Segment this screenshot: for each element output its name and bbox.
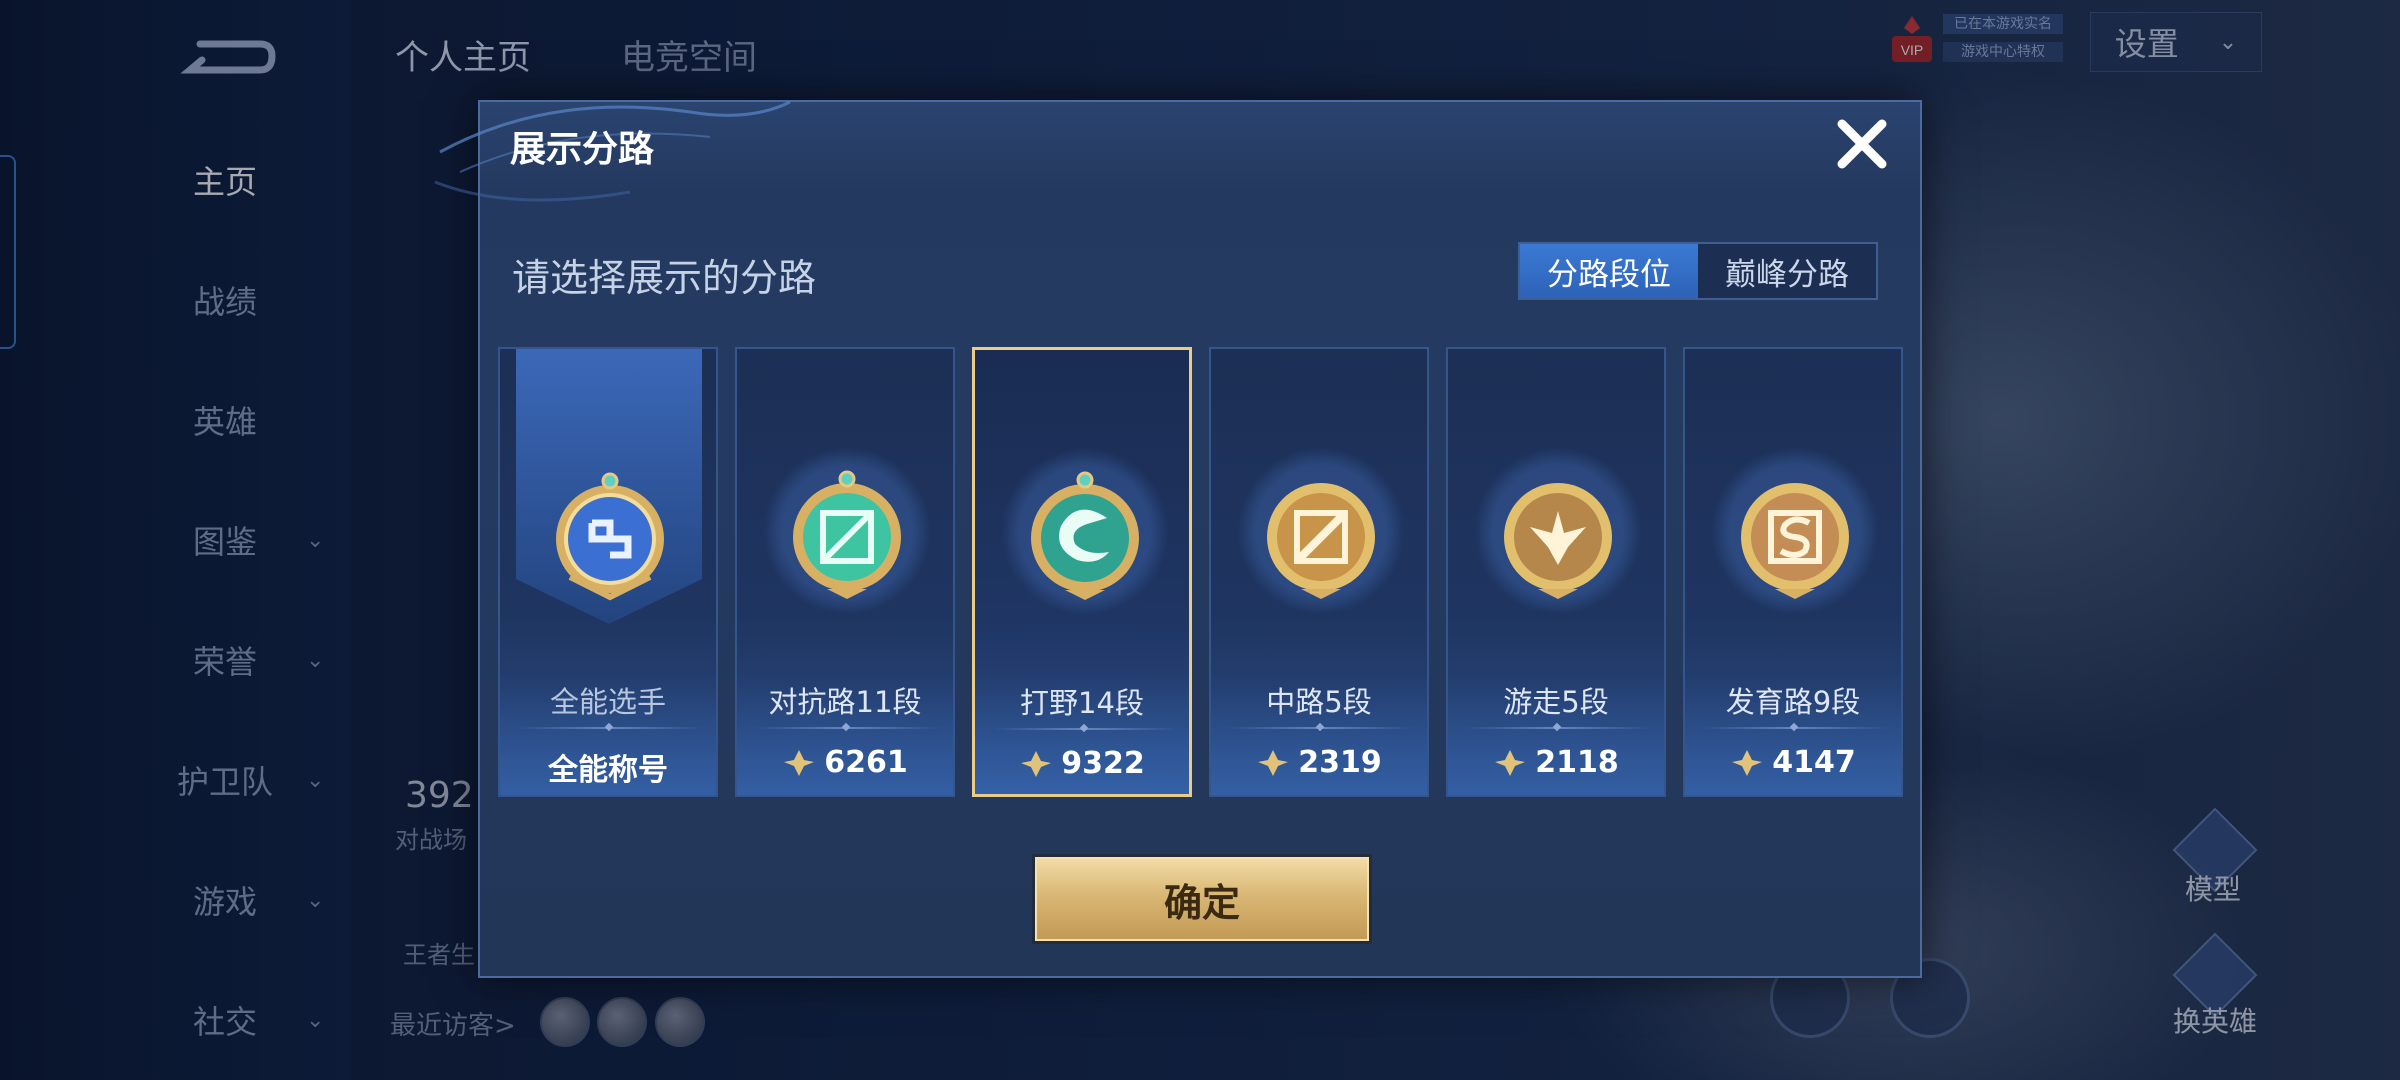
dialog-subtitle: 请选择展示的分路 xyxy=(512,256,817,300)
lane-score: 9322 xyxy=(975,746,1189,781)
lane-card-roam[interactable]: 游走5段 2118 xyxy=(1446,347,1666,797)
jungle-dragon-medal-icon xyxy=(1031,471,1139,600)
score-value: 6261 xyxy=(824,745,908,780)
lane-score: 2118 xyxy=(1448,745,1664,780)
lane-name: 对抗路11段 xyxy=(768,685,922,719)
card-divider xyxy=(1703,727,1887,729)
lane-card-farm[interactable]: 发育路9段 4147 xyxy=(1683,347,1903,797)
dialog-title: 展示分路 xyxy=(510,129,655,170)
close-icon xyxy=(1837,119,1887,169)
title-label: 全能称号 xyxy=(548,753,668,788)
close-button[interactable] xyxy=(1830,112,1894,176)
lane-mode-toggle: 分路段位 巅峰分路 xyxy=(1518,242,1878,300)
all-round-medal-icon xyxy=(556,472,664,601)
lane-name: 发育路9段 xyxy=(1725,685,1861,719)
score-value: 2319 xyxy=(1298,745,1382,780)
lane-name: 全能选手 xyxy=(549,685,666,719)
lane-card-clash[interactable]: 对抗路11段 6261 xyxy=(735,347,955,797)
card-divider xyxy=(1466,727,1650,729)
farm-lane-medal-icon xyxy=(1741,483,1849,599)
lane-score: 6261 xyxy=(737,745,953,780)
roam-medal-icon xyxy=(1504,483,1612,599)
lane-card-mid[interactable]: 中路5段 2319 xyxy=(1209,347,1429,797)
score-emblem-icon xyxy=(784,749,815,776)
score-emblem-icon xyxy=(1495,749,1526,776)
show-lane-dialog: 展示分路 请选择展示的分路 分路段位 巅峰分路 全能选手 全能称号 对抗路11段… xyxy=(434,100,1922,978)
card-divider xyxy=(518,727,702,729)
card-divider xyxy=(993,728,1177,730)
lane-name: 游走5段 xyxy=(1503,685,1609,719)
lane-name: 打野14段 xyxy=(1020,686,1144,720)
score-emblem-icon xyxy=(1258,749,1289,776)
lane-card-all-round[interactable]: 全能选手 全能称号 xyxy=(498,347,718,797)
score-value: 4147 xyxy=(1772,745,1856,780)
card-divider xyxy=(755,727,939,729)
card-divider xyxy=(1229,727,1413,729)
confirm-button[interactable]: 确定 xyxy=(1035,857,1369,941)
score-value: 9322 xyxy=(1061,746,1145,781)
card-bottom-label: 全能称号 xyxy=(500,745,716,789)
score-value: 2118 xyxy=(1535,745,1619,780)
lane-name: 中路5段 xyxy=(1266,685,1372,719)
clash-lane-medal-icon xyxy=(793,470,901,599)
toggle-lane-rank[interactable]: 分路段位 xyxy=(1520,244,1698,298)
score-emblem-icon xyxy=(1021,750,1052,777)
mid-lane-medal-icon xyxy=(1267,483,1375,599)
lane-score: 4147 xyxy=(1685,745,1901,780)
toggle-peak-lane[interactable]: 巅峰分路 xyxy=(1698,244,1876,298)
score-emblem-icon xyxy=(1732,749,1763,776)
lane-card-jungle[interactable]: 打野14段 9322 xyxy=(972,347,1192,797)
lane-score: 2319 xyxy=(1211,745,1427,780)
